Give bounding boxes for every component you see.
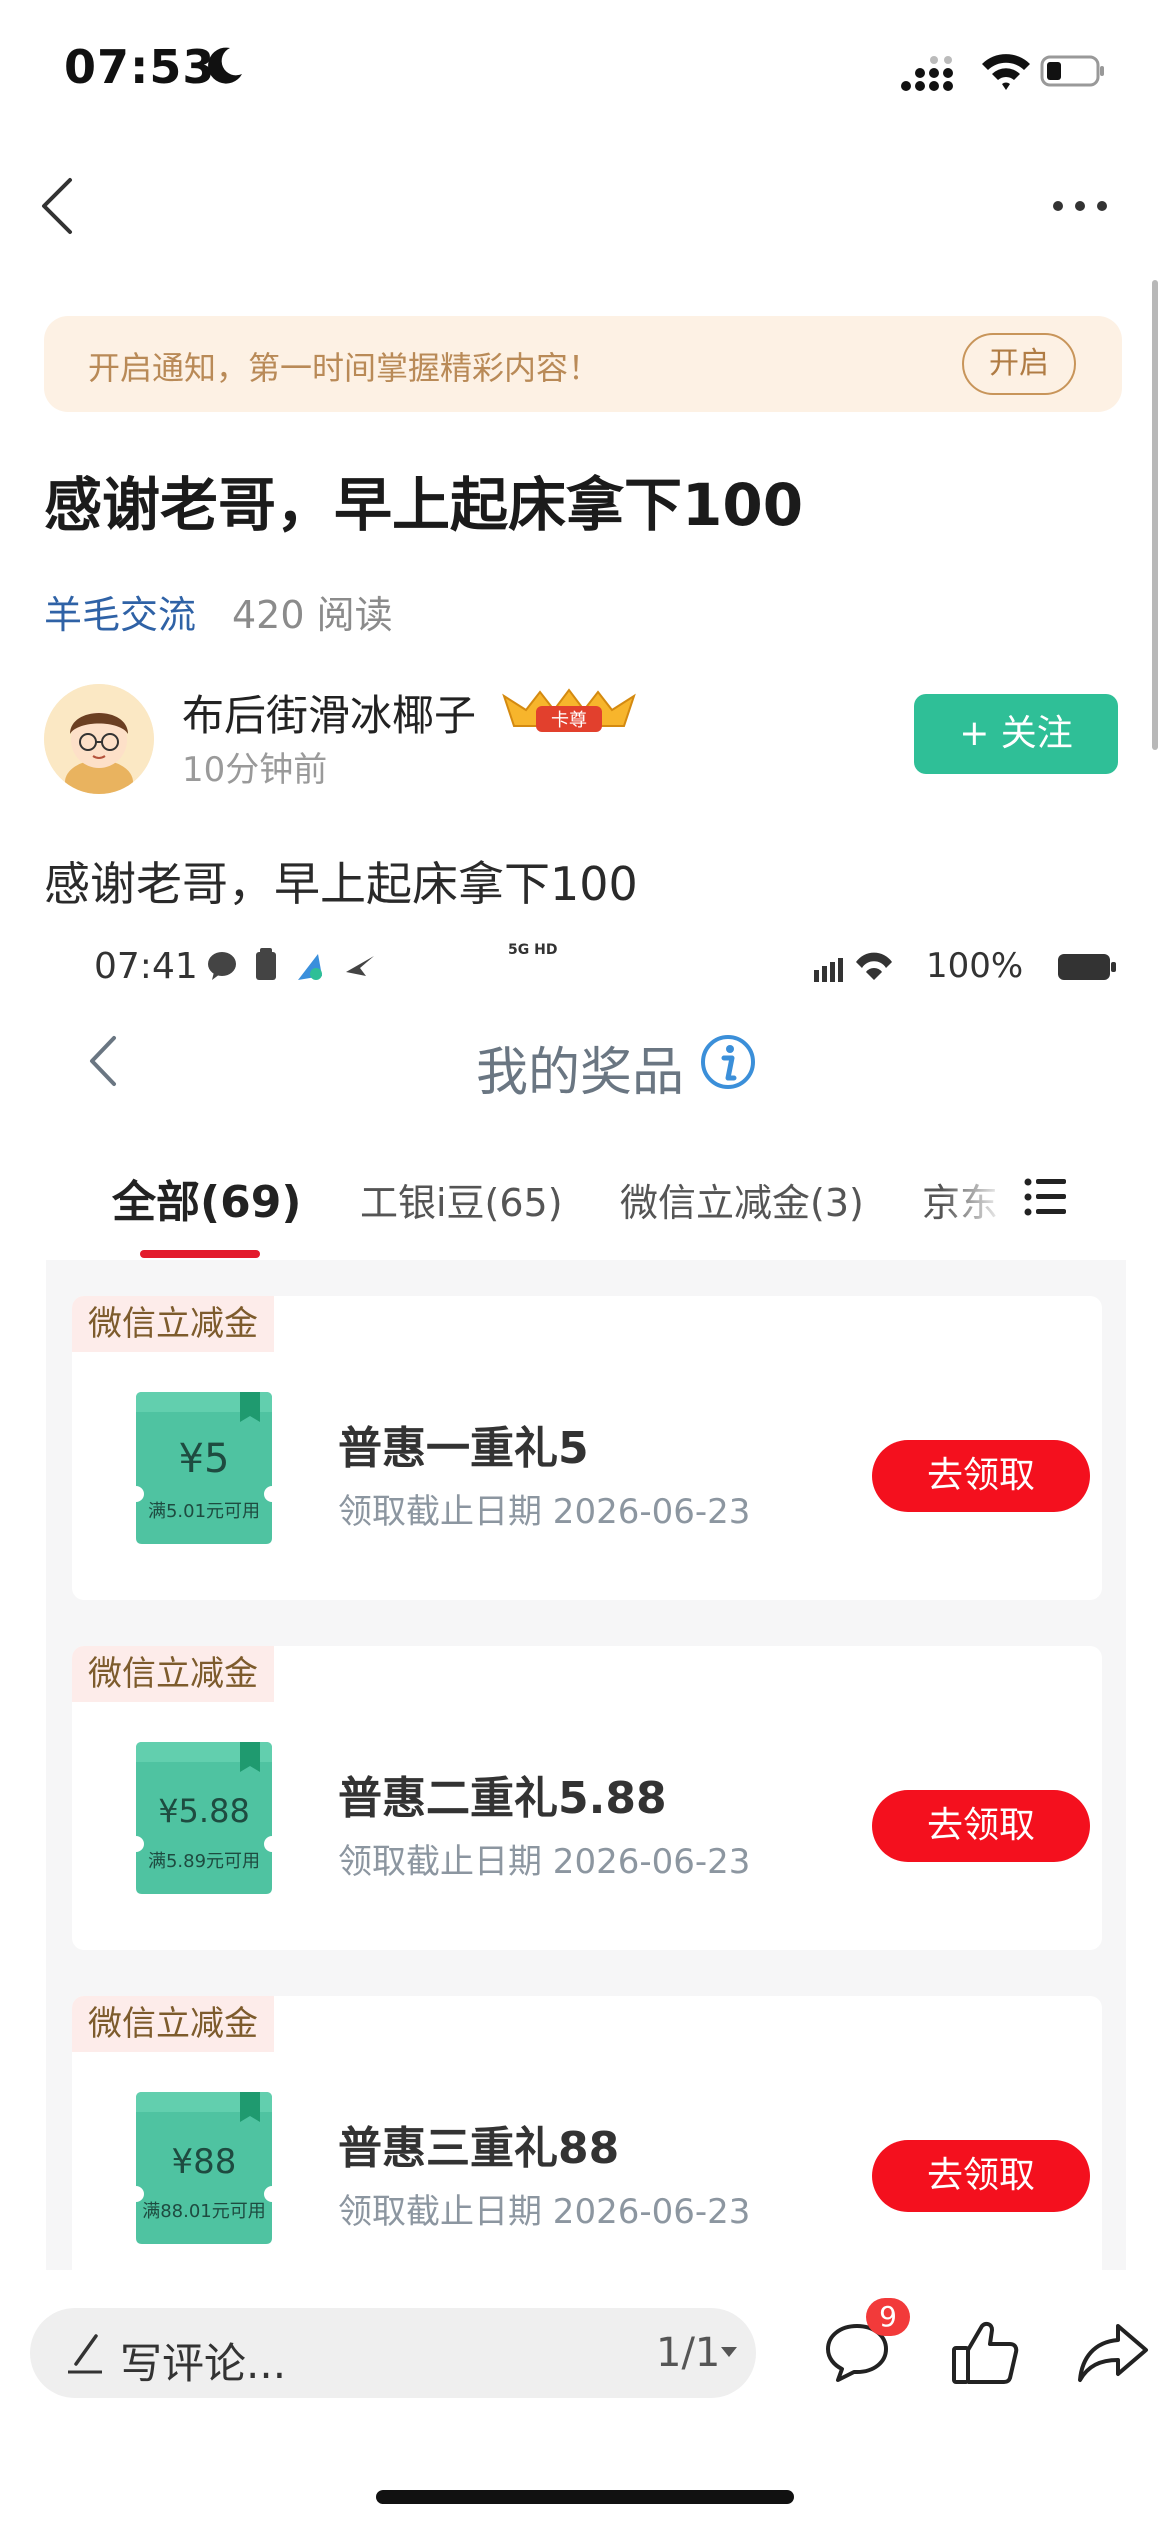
coupon-ticket: ¥5 满5.01元可用 xyxy=(136,1392,272,1544)
coupon-condition: 满5.01元可用 xyxy=(147,1501,261,1522)
prize-card: 微信立减金 ¥88 满88.01元可用 普惠三重礼88 领取截止日期 2026-… xyxy=(72,1996,1102,2270)
post-title: 感谢老哥，早上起床拿下100 xyxy=(44,471,804,539)
screenshot-page-title: 我的奖品 xyxy=(476,1043,685,1103)
prize-name: 普惠一重礼5 xyxy=(338,1423,589,1474)
coupon-condition: 满88.01元可用 xyxy=(142,2201,266,2222)
prize-tag: 微信立减金 xyxy=(72,1996,274,2052)
prize-deadline: 领取截止日期 2026-06-23 xyxy=(338,1492,751,1532)
back-icon[interactable] xyxy=(36,174,78,238)
tab-wechat-discount[interactable]: 微信立减金(3) xyxy=(620,1172,864,1227)
info-icon[interactable] xyxy=(700,1034,756,1090)
prize-name: 普惠三重礼88 xyxy=(338,2123,620,2174)
coupon-amount: ¥5.88 xyxy=(158,1792,250,1830)
coupon-ticket: ¥88 满88.01元可用 xyxy=(136,2092,272,2244)
crown-icon: 卡尊 xyxy=(502,688,636,732)
home-indicator[interactable] xyxy=(376,2490,794,2504)
notification-icons xyxy=(208,948,374,980)
pen-icon xyxy=(68,2334,102,2374)
coupon-amount: ¥88 xyxy=(171,2142,237,2182)
active-tab-underline xyxy=(140,1250,260,1258)
signal-icon xyxy=(901,56,953,91)
caret-down-icon[interactable] xyxy=(720,2346,738,2358)
claim-button[interactable]: 去领取 xyxy=(872,1790,1090,1862)
menu-icon[interactable] xyxy=(1024,1176,1068,1218)
share-icon[interactable] xyxy=(1076,2320,1150,2386)
screenshot-back-icon[interactable] xyxy=(88,1034,118,1088)
moon-icon xyxy=(208,47,242,84)
screenshot-battery: 100% xyxy=(926,946,1024,986)
prize-deadline: 领取截止日期 2026-06-23 xyxy=(338,2192,751,2232)
coupon-amount: ¥5 xyxy=(178,1436,230,1482)
read-count: 420 阅读 xyxy=(232,593,393,637)
prize-card: 微信立减金 ¥5.88 满5.89元可用 普惠二重礼5.88 领取截止日期 20… xyxy=(72,1646,1102,1950)
comment-placeholder[interactable]: 写评论... xyxy=(120,2330,286,2391)
embedded-screenshot[interactable]: 07:41 5G HD 100% 我的奖品 全部(69) 工银i豆(65) 微信… xyxy=(46,930,1126,2270)
wifi-icon xyxy=(982,54,1030,90)
screenshot-status-time: 07:41 xyxy=(94,946,198,987)
prize-tag: 微信立减金 xyxy=(72,1296,274,1352)
coupon-ticket: ¥5.88 满5.89元可用 xyxy=(136,1742,272,1894)
author-name[interactable]: 布后街滑冰椰子 xyxy=(182,682,476,743)
vip-badge-text: 卡尊 xyxy=(551,710,587,731)
avatar-image xyxy=(44,684,154,794)
prize-tag: 微信立减金 xyxy=(72,1646,274,1702)
notify-enable-button[interactable]: 开启 xyxy=(962,333,1076,395)
status-time: 07:53 xyxy=(64,40,216,94)
battery-icon xyxy=(1040,55,1104,87)
screenshot-network: 5G HD xyxy=(508,942,558,958)
post-body: 感谢老哥，早上起床拿下100 xyxy=(44,857,638,911)
claim-button[interactable]: 去领取 xyxy=(872,1440,1090,1512)
prize-name: 普惠二重礼5.88 xyxy=(338,1773,667,1824)
like-icon[interactable] xyxy=(950,2318,1020,2388)
notify-text: 开启通知，第一时间掌握精彩内容！ xyxy=(88,349,601,387)
tab-fade xyxy=(942,1160,1022,1230)
comment-count-badge: 9 xyxy=(866,2298,910,2336)
claim-button[interactable]: 去领取 xyxy=(872,2140,1090,2212)
post-time: 10分钟前 xyxy=(182,750,328,790)
tab-all[interactable]: 全部(69) xyxy=(112,1166,301,1230)
category-link[interactable]: 羊毛交流 xyxy=(44,584,196,639)
scrollbar[interactable] xyxy=(1152,280,1158,750)
more-icon[interactable] xyxy=(1050,196,1110,216)
avatar[interactable] xyxy=(44,684,154,794)
prize-deadline: 领取截止日期 2026-06-23 xyxy=(338,1842,751,1882)
page-indicator[interactable]: 1/1 xyxy=(656,2330,720,2376)
follow-button[interactable]: + 关注 xyxy=(914,694,1118,774)
coupon-condition: 满5.89元可用 xyxy=(147,1851,261,1872)
prize-card: 微信立减金 ¥5 满5.01元可用 普惠一重礼5 领取截止日期 2026-06-… xyxy=(72,1296,1102,1600)
vip-badge: 卡尊 xyxy=(496,686,642,736)
tab-icbc-beans[interactable]: 工银i豆(65) xyxy=(360,1172,563,1227)
